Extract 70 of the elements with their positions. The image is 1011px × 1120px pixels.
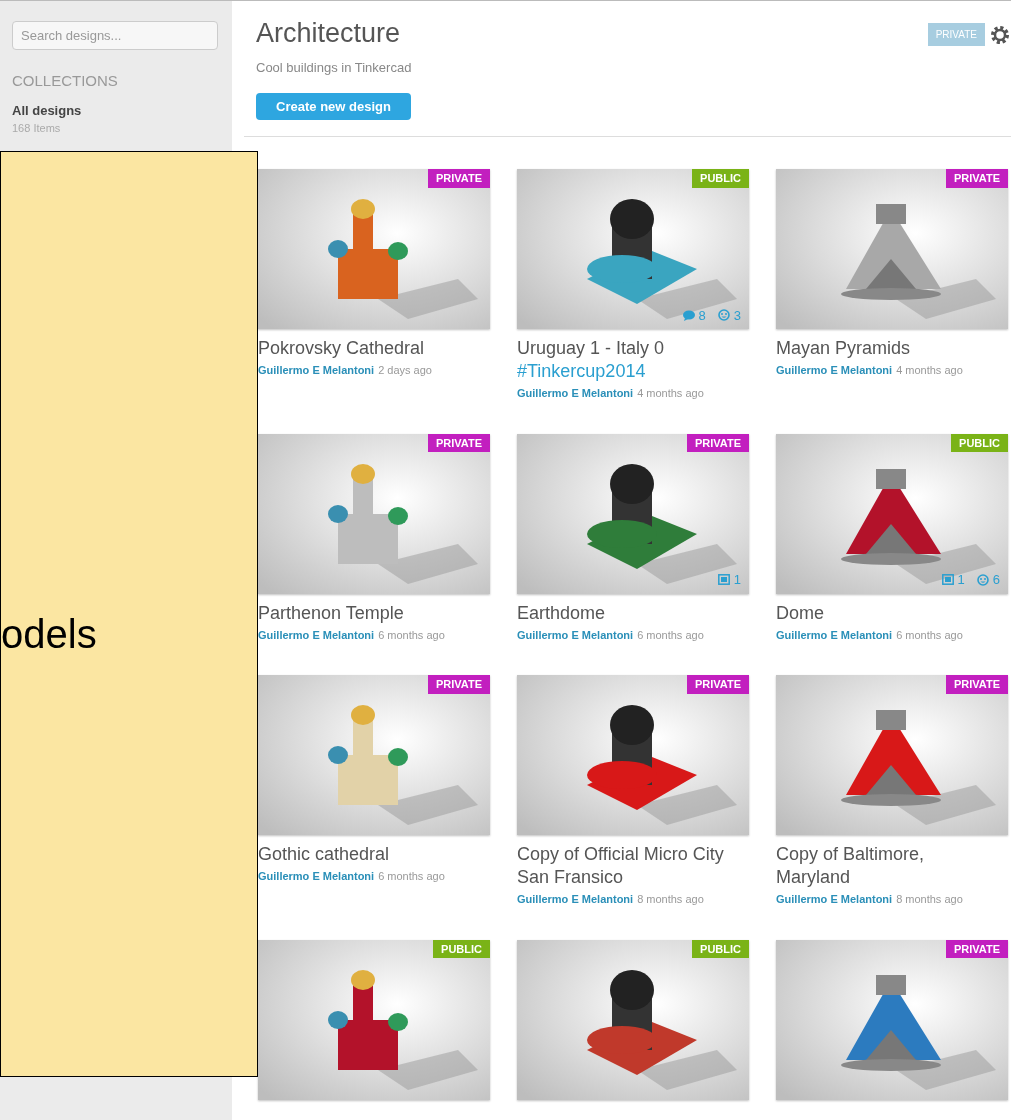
author-link[interactable]: Guillermo E Melantoni [517,891,634,908]
author-link[interactable]: Guillermo E Melantoni [258,868,375,885]
design-thumbnail[interactable]: PUBLIC [517,939,749,1100]
visibility-badge: PUBLIC [692,169,749,188]
collection-item[interactable]: All designs 168 Items [12,100,132,137]
speech-bubble-icon [682,309,695,321]
design-title[interactable]: Copy of Baltimore, Maryland [776,843,994,889]
author-link[interactable]: Guillermo E Melantoni [517,385,634,402]
design-thumbnail[interactable]: PRIVATE 1 [517,433,749,594]
design-title[interactable]: Mayan Pyramids [776,337,911,360]
visibility-badge: PRIVATE [427,675,490,694]
smiley-icon [976,573,989,586]
smiley-icon [717,309,730,322]
design-thumbnail[interactable]: PUBLIC 8 3 [517,169,749,329]
stat-count: 6 [992,571,1000,589]
visibility-badge: PUBLIC [692,939,749,958]
time-ago: 8 months ago [896,892,963,907]
picture-frame-icon [941,574,954,586]
visibility-badge: PRIVATE [686,433,749,452]
author-link[interactable]: Guillermo E Melantoni [776,891,893,908]
page-title: Architecture [256,17,402,50]
author-link[interactable]: Guillermo E Melantoni [258,626,375,643]
author-link[interactable]: Guillermo E Melantoni [776,626,893,643]
stat-count: 1 [733,571,741,589]
time-ago: 6 months ago [896,627,963,643]
design-thumbnail[interactable]: PRIVATE [517,675,749,835]
design-thumbnail[interactable]: PRIVATE [776,939,1008,1100]
time-ago: 6 months ago [637,627,704,643]
visibility-badge: PUBLIC [433,939,490,958]
stat-count: 3 [733,306,741,325]
settings-icon[interactable] [989,23,1011,46]
visibility-badge: PRIVATE [427,433,490,452]
design-title[interactable]: Parthenon Temple [258,601,404,625]
time-ago: 6 months ago [378,627,445,643]
visibility-badge: PRIVATE [427,169,490,188]
design-title[interactable]: Gothic cathedral [258,843,390,866]
callout-text: odels [1,614,97,654]
stat-count: 1 [957,571,965,589]
page-subtitle: Cool buildings in Tinkercad [256,58,412,77]
design-thumbnail[interactable]: PRIVATE [258,675,490,835]
time-ago: 6 months ago [378,869,445,884]
author-link[interactable]: Guillermo E Melantoni [776,362,893,379]
stat-count: 8 [698,306,706,325]
author-link[interactable]: Guillermo E Melantoni [517,626,634,643]
visibility-badge: PRIVATE [945,939,1008,958]
design-title[interactable]: Uruguay 1 - Italy 0 [517,337,665,360]
time-ago: 4 months ago [896,363,963,378]
hashtag-link[interactable]: #Tinkercup2014 [517,360,646,383]
time-ago: 8 months ago [637,892,704,907]
author-link[interactable]: Guillermo E Melantoni [258,362,375,379]
create-design-button[interactable]: Create new design [256,93,411,120]
visibility-badge: PRIVATE [945,169,1008,188]
design-title[interactable]: Dome [776,601,824,625]
design-title[interactable]: Pokrovsky Cathedral [258,337,425,360]
design-thumbnail[interactable]: PRIVATE [776,169,1008,329]
design-thumbnail[interactable]: PRIVATE [776,675,1008,835]
visibility-badge: PRIVATE [686,675,749,694]
time-ago: 4 months ago [637,386,704,401]
design-thumbnail[interactable]: PRIVATE [258,169,490,329]
time-ago: 2 days ago [378,363,432,378]
visibility-badge: PUBLIC [951,433,1008,452]
design-thumbnail[interactable]: PUBLIC 1 6 [776,433,1008,594]
search-field[interactable]: Search designs... [12,21,218,50]
design-thumbnail[interactable]: PUBLIC [258,939,490,1100]
picture-frame-icon [717,574,730,586]
design-thumbnail[interactable]: PRIVATE [258,433,490,594]
visibility-badge: PRIVATE [945,675,1008,694]
design-title[interactable]: Earthdome [517,601,606,625]
section-heading: COLLECTIONS [12,71,119,91]
design-title[interactable]: Copy of Official Micro City San Fransico [517,843,735,889]
